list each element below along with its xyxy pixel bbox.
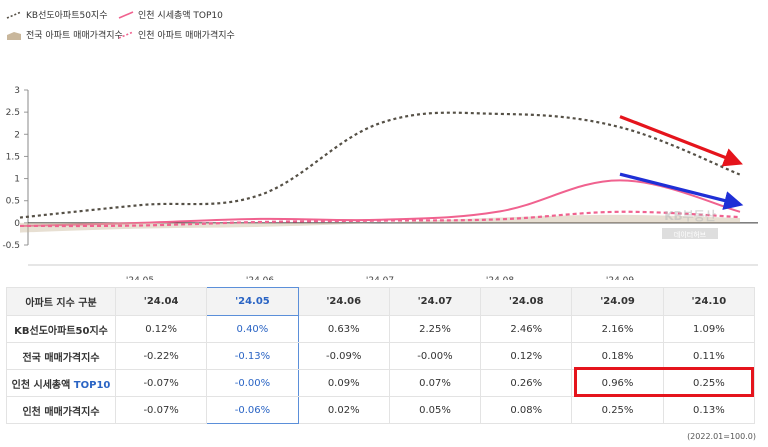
table-row: 전국 매매가격지수 -0.22% -0.13% -0.09% -0.00% 0.12% 0.… bbox=[6, 342, 756, 370]
x-tick-label: '24.05 bbox=[126, 276, 154, 280]
watermark-sub-text: 데이터허브 bbox=[674, 230, 707, 239]
row-label: 인천 시세총액 TOP10 bbox=[6, 369, 116, 397]
index-table: 아파트 지수 구분 '24.04'24.05'24.06'24.07'24.08 '… bbox=[6, 287, 756, 424]
row-label: KB선도아파트50지수 bbox=[6, 315, 116, 343]
legend-item-national[interactable]: 전국 아파트 매매가격지수 bbox=[6, 28, 123, 41]
annotation-arrow bbox=[619, 172, 744, 210]
y-tick-label: -0.5 bbox=[2, 241, 20, 251]
table-cell: 0.40% bbox=[206, 315, 299, 343]
line-chart: 3 2.5 2 1.5 1 0.5 0 -0.5 '24.05 '24.06 '24.07 '24.0… bbox=[2, 86, 758, 280]
y-tick-label: 2.5 bbox=[6, 108, 20, 118]
table-header-label: 아파트 지수 구분 bbox=[6, 287, 116, 316]
table-cell: 0.09% bbox=[297, 369, 390, 397]
y-tick-label: 1 bbox=[14, 175, 20, 185]
legend-label: 인천 시세총액 TOP10 bbox=[138, 11, 223, 21]
table-cell: -0.13% bbox=[206, 342, 299, 370]
series-line-0 bbox=[19, 111, 741, 219]
legend-label: 전국 아파트 매매가격지수 bbox=[26, 31, 123, 41]
table-header-row: 아파트 지수 구분 '24.04'24.05'24.06'24.07'24.08 '… bbox=[6, 287, 756, 316]
table-cell: 2.46% bbox=[480, 315, 573, 343]
x-tick-label: '24.08 bbox=[486, 276, 515, 280]
row-label: 인천 매매가격지수 bbox=[6, 396, 116, 424]
row-label: 전국 매매가격지수 bbox=[6, 342, 116, 370]
x-tick-label: '24.06 bbox=[246, 276, 275, 280]
table-header-col[interactable]: '24.10 bbox=[662, 287, 756, 316]
table-header-col[interactable]: '24.09 bbox=[571, 287, 664, 316]
table-cell: 1.09% bbox=[662, 315, 756, 343]
table-cell: -0.07% bbox=[114, 396, 208, 424]
y-tick-label: 3 bbox=[14, 86, 20, 96]
table-cell: 2.16% bbox=[571, 315, 664, 343]
table-cell: -0.06% bbox=[206, 396, 299, 424]
table-cell: -0.00% bbox=[388, 342, 482, 370]
table-cell: -0.09% bbox=[297, 342, 390, 370]
legend-item-kb50[interactable]: KB선도아파트50지수 bbox=[6, 8, 108, 21]
legend-label: KB선도아파트50지수 bbox=[26, 11, 108, 21]
legend-dotted-dark-line-icon bbox=[6, 10, 22, 19]
legend-pink-line-icon bbox=[118, 10, 134, 19]
table-cell: 0.07% bbox=[388, 369, 482, 397]
table-row: KB선도아파트50지수 0.12% 0.40% 0.63% 2.25% 2.46% 2.16… bbox=[6, 315, 756, 343]
table-cell: 0.11% bbox=[662, 342, 756, 370]
legend-area-icon bbox=[7, 31, 21, 40]
table-cell: 0.63% bbox=[297, 315, 390, 343]
y-tick-label: 2 bbox=[14, 130, 20, 140]
x-tick-label: '24.09 bbox=[606, 276, 635, 280]
table-cell: 0.18% bbox=[571, 342, 664, 370]
table-cell: -0.07% bbox=[114, 369, 208, 397]
legend-item-incheon-top10[interactable]: 인천 시세총액 TOP10 bbox=[118, 8, 223, 21]
annotation-arrow bbox=[619, 115, 743, 167]
highlight-box bbox=[574, 367, 754, 397]
table-cell: 2.25% bbox=[388, 315, 482, 343]
table-cell: -0.22% bbox=[114, 342, 208, 370]
legend-pink-dotted-line-icon bbox=[118, 30, 134, 39]
base-footnote: (2022.01=100.0) bbox=[687, 432, 756, 441]
watermark-text: KB부동산 bbox=[664, 208, 716, 223]
table-row: 인천 매매가격지수 -0.07% -0.06% 0.02% 0.05% 0.08% 0.25… bbox=[6, 396, 756, 424]
table-cell: 0.25% bbox=[571, 396, 664, 424]
series-area-national bbox=[20, 214, 740, 233]
y-tick-label: 1.5 bbox=[6, 152, 20, 162]
y-tick-label: 0 bbox=[14, 219, 20, 229]
table-cell: 0.12% bbox=[114, 315, 208, 343]
y-tick-label: 0.5 bbox=[6, 197, 20, 207]
table-cell: 0.02% bbox=[297, 396, 390, 424]
table-header-col[interactable]: '24.08 bbox=[480, 287, 573, 316]
table-cell: 0.05% bbox=[388, 396, 482, 424]
legend-label: 인천 아파트 매매가격지수 bbox=[138, 31, 235, 41]
legend-item-incheon-apt[interactable]: 인천 아파트 매매가격지수 bbox=[118, 28, 235, 41]
x-tick-label: '24.07 bbox=[366, 276, 394, 280]
table-cell: 0.13% bbox=[662, 396, 756, 424]
table-cell: 0.08% bbox=[480, 396, 573, 424]
table-cell: 0.26% bbox=[480, 369, 573, 397]
table-header-col[interactable]: '24.05 bbox=[206, 287, 299, 316]
table-cell: 0.12% bbox=[480, 342, 573, 370]
table-header-col[interactable]: '24.07 bbox=[388, 287, 482, 316]
table-header-col[interactable]: '24.04 bbox=[114, 287, 208, 316]
table-header-col[interactable]: '24.06 bbox=[297, 287, 390, 316]
table-cell: -0.00% bbox=[206, 369, 299, 397]
